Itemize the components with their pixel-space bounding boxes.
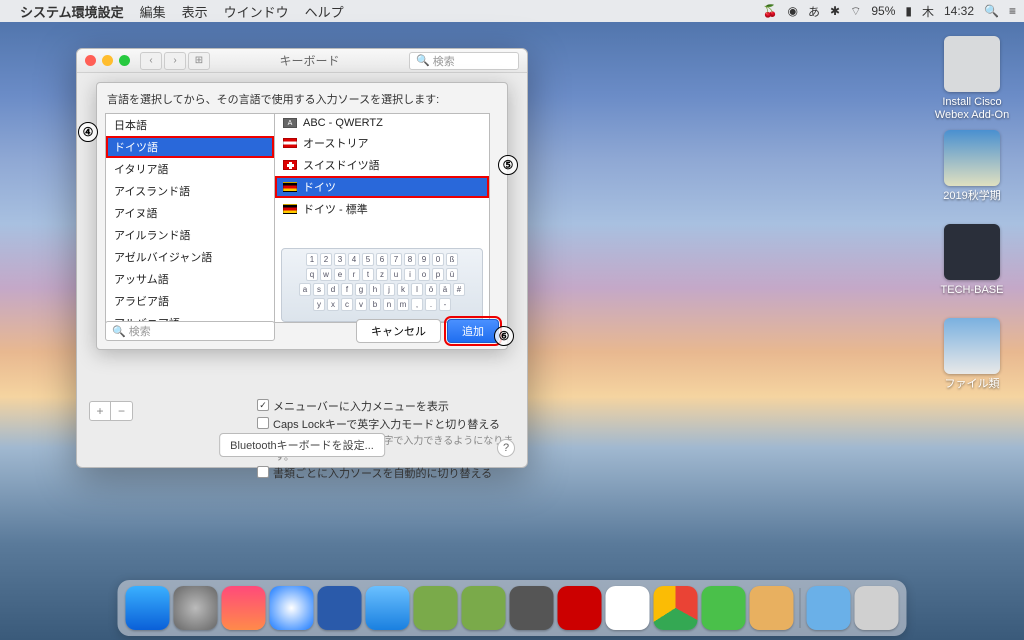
dock-app-chrome[interactable] bbox=[654, 586, 698, 630]
language-list[interactable]: 日本語ドイツ語イタリア語アイスランド語アイヌ語アイルランド語アゼルバイジャン語ア… bbox=[105, 113, 275, 323]
annotation-4: ④ bbox=[78, 122, 98, 142]
input-source-item[interactable]: AABC - QWERTZ bbox=[275, 114, 489, 132]
bluetooth-keyboard-button[interactable]: Bluetoothキーボードを設定... bbox=[219, 433, 385, 457]
cancel-button[interactable]: キャンセル bbox=[356, 319, 441, 343]
notification-icon[interactable]: ≡ bbox=[1009, 4, 1016, 18]
dock-app-trash[interactable] bbox=[855, 586, 899, 630]
language-item[interactable]: アイスランド語 bbox=[106, 180, 274, 202]
language-item[interactable]: アラビア語 bbox=[106, 290, 274, 312]
flag-icon: A bbox=[283, 118, 297, 128]
keyboard-preview: 1234567890ßqwertzuiopüasdfghjklöä#yxcvbn… bbox=[281, 248, 483, 322]
titlebar: ‹ › ⊞ キーボード 🔍 検索 bbox=[77, 49, 527, 73]
prefs-search[interactable]: 🔍 検索 bbox=[409, 52, 519, 70]
battery-icon[interactable]: ▮ bbox=[905, 4, 912, 18]
forward-button[interactable]: › bbox=[164, 52, 186, 70]
desktop-icon[interactable]: TECH-BASE bbox=[932, 224, 1012, 297]
remove-source-button[interactable]: − bbox=[111, 401, 133, 421]
bluetooth-icon[interactable]: ✱ bbox=[830, 4, 840, 18]
language-item[interactable]: アイヌ語 bbox=[106, 202, 274, 224]
minimize-button[interactable] bbox=[102, 55, 113, 66]
spotlight-icon[interactable]: 🔍 bbox=[984, 4, 999, 18]
annotation-6: ⑥ bbox=[494, 326, 514, 346]
grid-button[interactable]: ⊞ bbox=[188, 52, 210, 70]
checkbox-auto-switch[interactable] bbox=[257, 466, 269, 478]
menubar-edit[interactable]: 編集 bbox=[140, 2, 166, 21]
wifi-icon[interactable]: ⌔ bbox=[850, 4, 861, 19]
dock-app-folder[interactable] bbox=[807, 586, 851, 630]
flag-icon bbox=[283, 138, 297, 148]
sheet-instruction: 言語を選択してから、その言語で使用する入力ソースを選択します: bbox=[97, 83, 507, 113]
flag-icon bbox=[283, 160, 297, 170]
back-button[interactable]: ‹ bbox=[140, 52, 162, 70]
close-button[interactable] bbox=[85, 55, 96, 66]
clock-day[interactable]: 木 bbox=[922, 3, 934, 20]
dock bbox=[118, 580, 907, 636]
input-source-item[interactable]: オーストリア bbox=[275, 132, 489, 154]
language-item[interactable]: アッサム語 bbox=[106, 268, 274, 290]
input-source-item[interactable]: ドイツ bbox=[275, 176, 489, 198]
dock-app-notes2[interactable] bbox=[462, 586, 506, 630]
flag-icon bbox=[283, 204, 297, 214]
add-input-source-sheet: 言語を選択してから、その言語で使用する入力ソースを選択します: 日本語ドイツ語イ… bbox=[96, 82, 508, 350]
dock-app-notes1[interactable] bbox=[414, 586, 458, 630]
dock-app-mail[interactable] bbox=[366, 586, 410, 630]
checkbox-label: 書類ごとに入力ソースを自動的に切り替える bbox=[273, 466, 492, 484]
checkbox-capslock[interactable] bbox=[257, 417, 269, 429]
language-item[interactable]: ドイツ語 bbox=[106, 136, 274, 158]
menubar: システム環境設定 編集 表示 ウインドウ ヘルプ 🍒 ◉ あ ✱ ⌔ 95% ▮… bbox=[0, 0, 1024, 22]
checkbox-label: メニューバーに入力メニューを表示 bbox=[273, 399, 449, 417]
input-source-item[interactable]: スイスドイツ語 bbox=[275, 154, 489, 176]
status-icon[interactable]: ◉ bbox=[788, 4, 798, 18]
add-button[interactable]: 追加 bbox=[447, 319, 499, 343]
input-source-list[interactable]: AABC - QWERTZオーストリアスイスドイツ語ドイツドイツ - 標準 12… bbox=[274, 113, 490, 323]
add-source-button[interactable]: + bbox=[89, 401, 111, 421]
dock-app-launchpad[interactable] bbox=[174, 586, 218, 630]
language-item[interactable]: イタリア語 bbox=[106, 158, 274, 180]
menubar-view[interactable]: 表示 bbox=[182, 2, 208, 21]
status-icon[interactable]: 🍒 bbox=[763, 4, 778, 18]
language-item[interactable]: アイルランド語 bbox=[106, 224, 274, 246]
clock-time[interactable]: 14:32 bbox=[944, 4, 974, 18]
window-title: キーボード bbox=[210, 52, 409, 69]
dock-app-filezilla[interactable] bbox=[558, 586, 602, 630]
checkbox-label: Caps Lockキーで英字入力モードと切り替える bbox=[273, 417, 500, 435]
input-source-item[interactable]: ドイツ - 標準 bbox=[275, 198, 489, 220]
language-item[interactable]: アゼルバイジャン語 bbox=[106, 246, 274, 268]
sheet-search[interactable]: 🔍 検索 bbox=[105, 321, 275, 341]
flag-icon bbox=[283, 182, 297, 192]
dock-app-line[interactable] bbox=[702, 586, 746, 630]
checkbox-menubar-input[interactable]: ✓ bbox=[257, 399, 269, 411]
language-item[interactable]: 日本語 bbox=[106, 114, 274, 136]
menubar-help[interactable]: ヘルプ bbox=[305, 2, 344, 21]
dock-app-music[interactable] bbox=[222, 586, 266, 630]
input-menu-icon[interactable]: あ bbox=[808, 3, 820, 20]
desktop-icon[interactable]: ファイル類 bbox=[932, 318, 1012, 391]
battery-percent[interactable]: 95% bbox=[871, 4, 895, 18]
dock-app-word[interactable] bbox=[318, 586, 362, 630]
help-button[interactable]: ? bbox=[497, 439, 515, 457]
dock-app-app1[interactable] bbox=[750, 586, 794, 630]
traffic-lights bbox=[85, 55, 130, 66]
desktop-icon[interactable]: 2019秋学期 bbox=[932, 130, 1012, 203]
desktop-icon[interactable]: Install Cisco Webex Add-On bbox=[932, 36, 1012, 122]
dock-app-slack[interactable] bbox=[606, 586, 650, 630]
dock-app-finder[interactable] bbox=[126, 586, 170, 630]
dock-app-safari[interactable] bbox=[270, 586, 314, 630]
menubar-app[interactable]: システム環境設定 bbox=[20, 2, 124, 21]
zoom-button[interactable] bbox=[119, 55, 130, 66]
annotation-5: ⑤ bbox=[498, 155, 518, 175]
menubar-window[interactable]: ウインドウ bbox=[224, 2, 289, 21]
dock-app-sysprefs[interactable] bbox=[510, 586, 554, 630]
